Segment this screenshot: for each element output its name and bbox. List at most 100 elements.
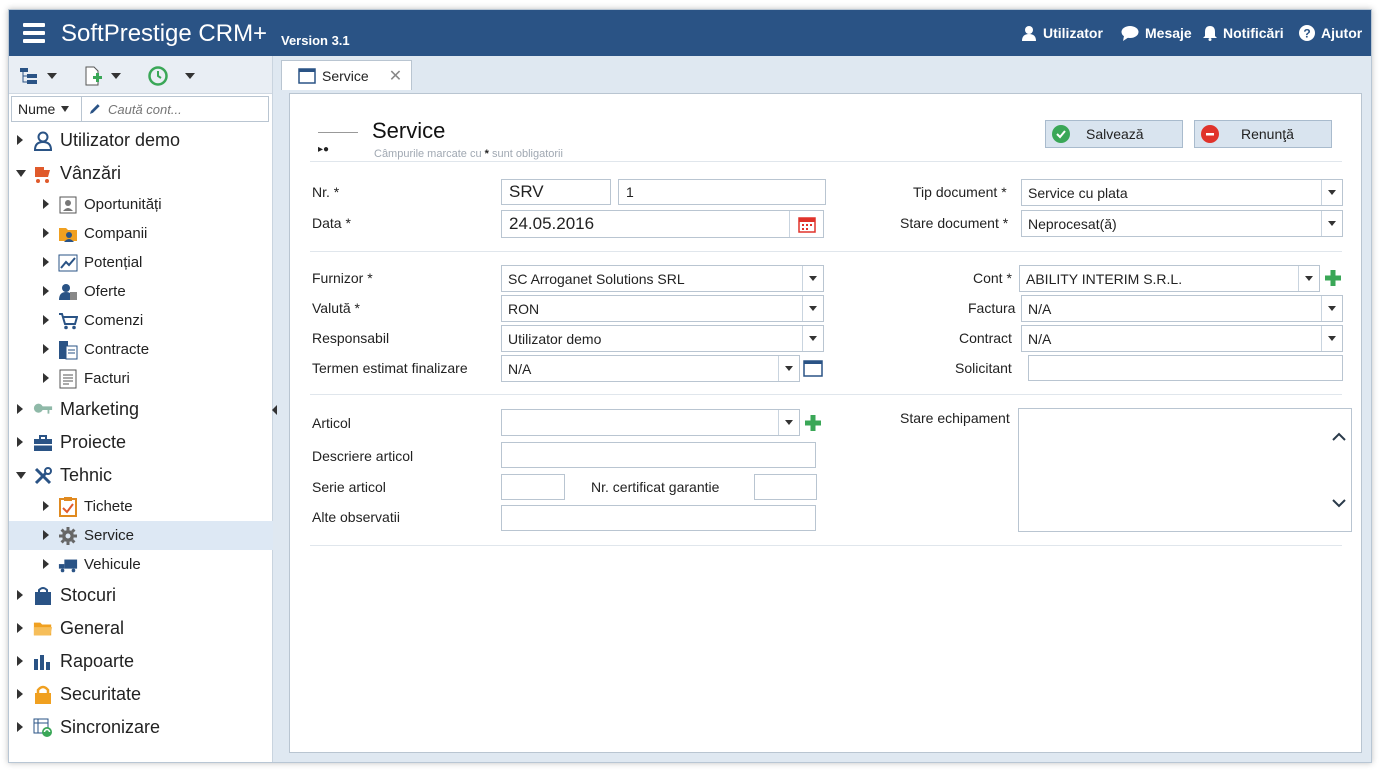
add-account-icon[interactable] bbox=[1324, 269, 1342, 287]
tree-item-potential[interactable]: Potențial bbox=[9, 248, 273, 277]
tree-item-utilizator-demo[interactable]: Utilizator demo bbox=[9, 124, 273, 157]
tree-label: Potențial bbox=[84, 254, 143, 271]
new-document-button[interactable] bbox=[83, 65, 103, 87]
service-form: ▸● Service Câmpurile marcate cu * sunt o… bbox=[289, 93, 1362, 753]
save-button[interactable]: Salvează bbox=[1045, 120, 1183, 148]
search-field-value: Nume bbox=[18, 101, 56, 117]
tree-item-rapoarte[interactable]: Rapoarte bbox=[9, 645, 273, 678]
tree-item-tichete[interactable]: Tichete bbox=[9, 492, 273, 521]
add-article-icon[interactable] bbox=[804, 414, 822, 432]
contract-select[interactable]: N/A bbox=[1021, 325, 1343, 352]
responsabil-value: Utilizator demo bbox=[508, 330, 602, 347]
tree-label: Vehicule bbox=[84, 556, 141, 573]
tree-label: General bbox=[60, 618, 125, 638]
chevron-down-icon[interactable] bbox=[1321, 211, 1342, 236]
tree-item-securitate[interactable]: Securitate bbox=[9, 678, 273, 711]
certificat-field[interactable] bbox=[754, 474, 817, 500]
ticket-icon bbox=[58, 496, 78, 517]
user-menu[interactable]: Utilizator bbox=[1021, 25, 1103, 41]
stare-document-label: Stare document * bbox=[900, 215, 1009, 231]
keys-icon bbox=[33, 400, 53, 420]
stare-echipament-textarea[interactable] bbox=[1018, 408, 1352, 532]
tree-view-button[interactable] bbox=[19, 65, 39, 87]
sidebar-collapse-handle[interactable] bbox=[271, 360, 279, 460]
tree-item-oportunitati[interactable]: Oportunități bbox=[9, 190, 273, 219]
tree-item-service[interactable]: Service bbox=[9, 521, 273, 550]
tree-label: Stocuri bbox=[60, 585, 117, 605]
tree-view-dropdown[interactable] bbox=[47, 65, 57, 87]
tree-label: Facturi bbox=[84, 370, 130, 387]
notifications-menu[interactable]: Notificări bbox=[1203, 25, 1284, 41]
factura-value: N/A bbox=[1028, 300, 1052, 317]
tree-item-tehnic[interactable]: Tehnic bbox=[9, 459, 273, 492]
window-icon[interactable] bbox=[803, 360, 823, 380]
tree-item-oferte[interactable]: Oferte bbox=[9, 277, 273, 306]
history-button[interactable] bbox=[147, 65, 169, 87]
new-document-icon bbox=[85, 66, 102, 86]
tree-item-stocuri[interactable]: Stocuri bbox=[9, 579, 273, 612]
help-menu[interactable]: ? Ajutor bbox=[1299, 25, 1362, 41]
tree-item-vehicule[interactable]: Vehicule bbox=[9, 550, 273, 579]
valuta-select[interactable]: RON bbox=[501, 295, 824, 322]
tree-item-marketing[interactable]: Marketing bbox=[9, 393, 273, 426]
messages-menu[interactable]: Mesaje bbox=[1121, 25, 1192, 41]
factura-select[interactable]: N/A bbox=[1021, 295, 1343, 322]
furnizor-label: Furnizor * bbox=[312, 270, 373, 286]
tab-service[interactable]: Service ✕ bbox=[281, 60, 412, 90]
chevron-down-icon[interactable] bbox=[778, 410, 799, 435]
solicitant-field[interactable] bbox=[1028, 355, 1343, 381]
tools-icon bbox=[33, 466, 53, 486]
nr-series-field[interactable]: SRV bbox=[501, 179, 611, 205]
chevron-down-icon[interactable] bbox=[1321, 296, 1342, 321]
scroll-down-icon[interactable] bbox=[1329, 493, 1349, 513]
bar-chart-icon bbox=[33, 652, 53, 672]
search-input[interactable] bbox=[108, 101, 268, 117]
nr-number-field[interactable]: 1 bbox=[618, 179, 826, 205]
close-icon[interactable]: ✕ bbox=[389, 66, 402, 86]
bell-icon bbox=[1203, 26, 1217, 41]
chevron-down-icon[interactable] bbox=[1298, 266, 1319, 291]
responsabil-select[interactable]: Utilizator demo bbox=[501, 325, 824, 352]
history-dropdown[interactable] bbox=[185, 65, 195, 87]
search-field-select[interactable]: Nume bbox=[12, 97, 83, 121]
termen-select[interactable]: N/A bbox=[501, 355, 800, 382]
cont-select[interactable]: ABILITY INTERIM S.R.L. bbox=[1019, 265, 1320, 292]
descriere-field[interactable] bbox=[501, 442, 816, 468]
tree-item-vanzari[interactable]: Vânzări bbox=[9, 157, 273, 190]
new-document-dropdown[interactable] bbox=[111, 65, 121, 87]
tree-item-facturi[interactable]: Facturi bbox=[9, 364, 273, 393]
check-icon bbox=[1052, 125, 1070, 143]
date-field[interactable]: 24.05.2016 bbox=[501, 210, 824, 238]
chevron-down-icon[interactable] bbox=[802, 296, 823, 321]
chevron-down-icon[interactable] bbox=[802, 326, 823, 351]
scroll-up-icon[interactable] bbox=[1329, 427, 1349, 447]
furnizor-select[interactable]: SC Arroganet Solutions SRL bbox=[501, 265, 824, 292]
tree-item-contracte[interactable]: Contracte bbox=[9, 335, 273, 364]
chevron-down-icon[interactable] bbox=[1321, 326, 1342, 351]
stare-document-select[interactable]: Neprocesat(ă) bbox=[1021, 210, 1343, 237]
tree-label: Vânzări bbox=[60, 163, 122, 183]
menu-icon[interactable] bbox=[23, 23, 45, 43]
tree-item-sincronizare[interactable]: Sincronizare bbox=[9, 711, 273, 744]
opportunity-icon bbox=[58, 195, 78, 215]
chevron-down-icon[interactable] bbox=[1321, 180, 1342, 205]
tree-item-comenzi[interactable]: Comenzi bbox=[9, 306, 273, 335]
pencil-icon bbox=[90, 104, 101, 114]
articol-select[interactable] bbox=[501, 409, 800, 436]
tree-label: Contracte bbox=[84, 341, 150, 358]
tip-document-select[interactable]: Service cu plata bbox=[1021, 179, 1343, 206]
serie-label: Serie articol bbox=[312, 479, 386, 495]
cancel-button[interactable]: Renunţă bbox=[1194, 120, 1332, 148]
serie-field[interactable] bbox=[501, 474, 565, 500]
alte-observatii-field[interactable] bbox=[501, 505, 816, 531]
chevron-down-icon[interactable] bbox=[778, 356, 799, 381]
tree-item-companii[interactable]: Companii bbox=[9, 219, 273, 248]
chevron-down-icon[interactable] bbox=[802, 266, 823, 291]
tree-item-proiecte[interactable]: Proiecte bbox=[9, 426, 273, 459]
tree-item-general[interactable]: General bbox=[9, 612, 273, 645]
calendar-icon[interactable] bbox=[789, 211, 823, 237]
date-value: 24.05.2016 bbox=[509, 214, 595, 233]
nr-label: Nr. * bbox=[312, 184, 340, 200]
help-icon: ? bbox=[1299, 25, 1315, 41]
contract-value: N/A bbox=[1028, 330, 1052, 347]
